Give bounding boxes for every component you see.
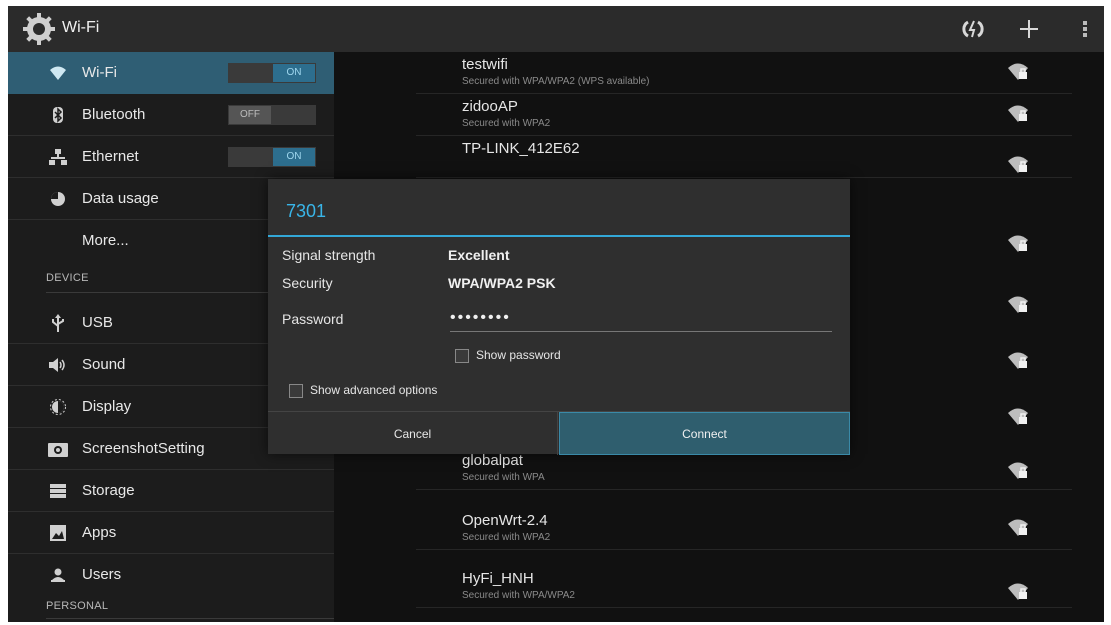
data-usage-icon — [48, 189, 68, 209]
wifi-toggle[interactable]: ON — [228, 63, 316, 83]
network-ssid: OpenWrt-2.4 — [462, 512, 548, 529]
wifi-lock-signal-icon — [1008, 519, 1028, 536]
network-item[interactable]: TP-LINK_412E62 — [416, 136, 1072, 178]
sound-icon — [48, 355, 68, 375]
sidebar-item-label: More... — [82, 232, 129, 249]
show-password-checkbox[interactable] — [455, 349, 469, 363]
toggle-state: OFF — [229, 106, 271, 124]
android-settings-screen: Wi-Fi Wi-Fi ON Bluetooth OFF Ethernet ON… — [8, 6, 1104, 622]
sidebar-item-label: USB — [82, 314, 113, 331]
sidebar-item-storage[interactable]: Storage — [8, 470, 334, 512]
wifi-lock-signal-icon — [1008, 63, 1028, 80]
network-item[interactable]: testwifi Secured with WPA/WPA2 (WPS avai… — [416, 52, 1072, 94]
sidebar-item-label: Users — [82, 566, 122, 583]
sidebar-item-label: Storage — [82, 482, 135, 499]
sidebar-item-ethernet[interactable]: Ethernet ON — [8, 136, 334, 178]
show-password-label: Show password — [476, 348, 561, 362]
bluetooth-icon — [48, 105, 68, 125]
camera-icon — [48, 439, 68, 459]
dialog-title: 7301 — [286, 201, 327, 221]
gear-icon[interactable] — [22, 12, 56, 46]
signal-strength-value: Excellent — [448, 247, 510, 263]
overflow-menu-icon[interactable] — [1070, 14, 1100, 44]
password-input[interactable]: •••••••• — [450, 309, 832, 332]
sidebar-item-label: ScreenshotSetting — [82, 440, 205, 457]
sidebar-item-users[interactable]: Users — [8, 554, 334, 596]
network-item[interactable]: zidooAP Secured with WPA2 — [416, 94, 1072, 136]
network-security: Secured with WPA2 — [462, 118, 551, 129]
apps-icon — [48, 523, 68, 543]
wifi-lock-signal-icon — [1008, 156, 1028, 173]
network-ssid: TP-LINK_412E62 — [462, 140, 580, 157]
security-label: Security — [282, 275, 333, 291]
show-advanced-options-checkbox[interactable] — [289, 384, 303, 398]
password-value: •••••••• — [450, 309, 511, 326]
connect-button[interactable]: Connect — [559, 412, 850, 455]
wps-icon[interactable] — [958, 14, 988, 44]
network-ssid: testwifi — [462, 56, 508, 73]
wifi-lock-signal-icon — [1008, 408, 1028, 425]
action-bar: Wi-Fi — [8, 6, 1104, 52]
sidebar-item-label: Ethernet — [82, 148, 139, 165]
wifi-icon — [48, 63, 68, 83]
sidebar-item-bluetooth[interactable]: Bluetooth OFF — [8, 94, 334, 136]
wifi-connect-dialog: 7301 Signal strength Excellent Security … — [268, 179, 850, 455]
sidebar-item-apps[interactable]: Apps — [8, 512, 334, 554]
network-security: Secured with WPA/WPA2 (WPS available) — [462, 76, 650, 87]
signal-strength-label: Signal strength — [282, 247, 376, 263]
sidebar-item-label: Data usage — [82, 190, 159, 207]
cancel-button[interactable]: Cancel — [268, 412, 558, 455]
usb-icon — [48, 313, 68, 333]
wifi-lock-signal-icon — [1008, 583, 1028, 600]
toggle-state: ON — [273, 64, 315, 82]
network-ssid: zidooAP — [462, 98, 518, 115]
app-title: Wi-Fi — [62, 19, 100, 36]
network-ssid: HyFi_HNH — [462, 570, 534, 587]
network-security: Secured with WPA/WPA2 — [462, 590, 575, 601]
network-security: Secured with WPA — [462, 472, 545, 483]
dialog-title-divider — [268, 235, 850, 237]
wifi-lock-signal-icon — [1008, 462, 1028, 479]
section-divider — [46, 618, 334, 619]
wifi-lock-signal-icon — [1008, 105, 1028, 122]
show-advanced-options-label: Show advanced options — [310, 383, 438, 397]
sidebar-item-label: Display — [82, 398, 132, 415]
dialog-button-bar: Cancel Connect — [268, 411, 850, 455]
sidebar-item-wifi[interactable]: Wi-Fi ON — [8, 52, 334, 94]
network-item[interactable]: HyFi_HNH Secured with WPA/WPA2 — [416, 566, 1072, 608]
password-label: Password — [282, 311, 344, 327]
ethernet-toggle[interactable]: ON — [228, 147, 316, 167]
security-value: WPA/WPA2 PSK — [448, 275, 556, 291]
ethernet-icon — [48, 147, 68, 167]
add-icon[interactable] — [1014, 14, 1044, 44]
section-header-personal: PERSONAL — [46, 600, 109, 612]
storage-icon — [48, 481, 68, 501]
users-icon — [48, 565, 68, 585]
network-item[interactable]: OpenWrt-2.4 Secured with WPA2 — [416, 508, 1072, 550]
network-security: Secured with WPA2 — [462, 532, 551, 543]
bluetooth-toggle[interactable]: OFF — [228, 105, 316, 125]
section-header-device: DEVICE — [46, 272, 89, 284]
sidebar-item-label: Apps — [82, 524, 117, 541]
toggle-state: ON — [273, 148, 315, 166]
sidebar-item-label: Bluetooth — [82, 106, 146, 123]
display-icon — [48, 397, 68, 417]
sidebar-item-label: Wi-Fi — [82, 64, 117, 81]
sidebar-item-label: Sound — [82, 356, 126, 373]
